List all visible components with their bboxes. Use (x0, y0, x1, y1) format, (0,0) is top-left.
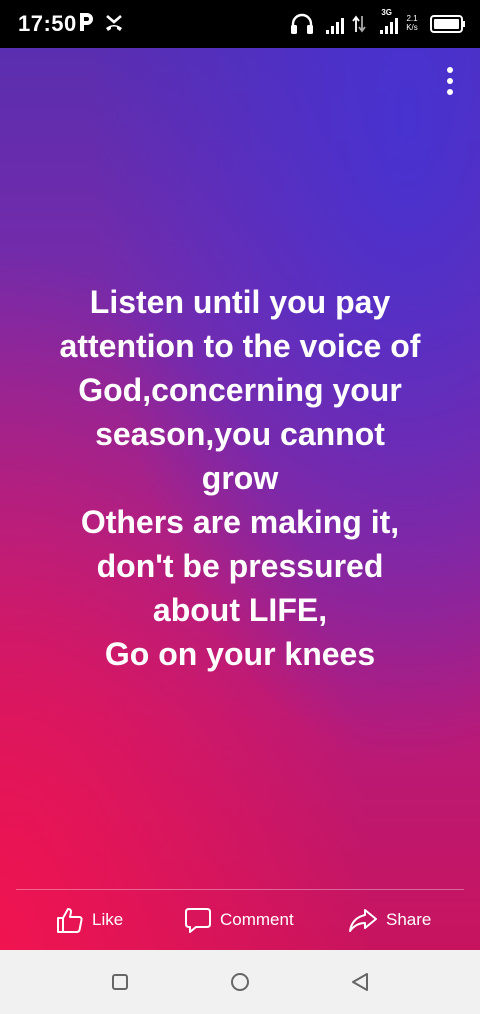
post-action-bar: Like Comment Share (0, 900, 480, 940)
post-text-line: Others are making it, (80, 504, 400, 540)
circle-icon (231, 973, 249, 991)
data-arrows-icon (352, 15, 366, 33)
like-button[interactable]: Like (56, 904, 123, 936)
home-button[interactable] (226, 968, 254, 996)
thumbs-up-icon (57, 908, 83, 933)
network-speed-value: 2.1 (406, 14, 418, 23)
square-icon (112, 974, 128, 990)
post-background: Listen until you pay attention to the vo… (0, 48, 480, 950)
comment-icon (185, 908, 211, 933)
recents-button[interactable] (106, 968, 134, 996)
post-text: Listen until you pay attention to the vo… (20, 280, 460, 676)
battery-icon (430, 15, 465, 33)
like-label: Like (92, 910, 124, 929)
system-nav-bar (0, 950, 480, 1014)
signal-icon (380, 18, 398, 34)
post-text-line: don't be pressured (96, 548, 384, 584)
share-icon (349, 909, 377, 932)
share-button[interactable]: Share (348, 904, 431, 936)
status-bar: 17:50 3G 2.1 K/s (0, 0, 480, 48)
post-text-line: grow (201, 460, 279, 496)
status-time: 17:50 (18, 11, 77, 36)
more-options-button[interactable] (438, 64, 462, 98)
post-text-line: about LIFE, (152, 592, 328, 628)
network-speed-unit: K/s (406, 23, 418, 32)
signal-icon (326, 18, 344, 34)
post-text-line: season,you cannot (95, 416, 385, 452)
missed-call-icon (106, 15, 122, 31)
comment-button[interactable]: Comment (184, 904, 294, 936)
post-text-line: Listen until you pay (89, 284, 391, 320)
parking-icon (80, 13, 93, 31)
headset-icon (291, 13, 313, 34)
divider (16, 889, 464, 890)
post-text-line: attention to the voice of (59, 328, 421, 364)
network-speed: 2.1 K/s (404, 14, 420, 32)
more-vert-icon (447, 67, 453, 73)
post-text-line: Go on your knees (104, 636, 376, 672)
triangle-back-icon (352, 973, 368, 991)
back-button[interactable] (346, 968, 374, 996)
share-label: Share (386, 910, 432, 929)
comment-label: Comment (220, 910, 294, 929)
post-text-line: God,concerning your (78, 372, 402, 408)
